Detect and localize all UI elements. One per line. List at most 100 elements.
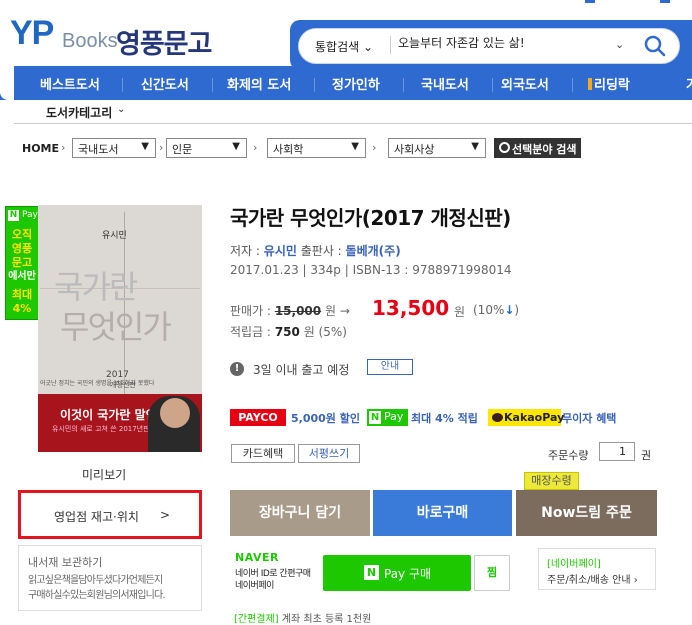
breadcrumb-select-level1[interactable]: 국내도서 ▼ [72,138,156,158]
publisher-link[interactable]: 돌베개(주) [346,244,401,258]
payco-logo: PAYCO [230,409,286,426]
author-link[interactable]: 유시민 [264,244,297,258]
breadcrumb-select-level2[interactable]: 인문 ▼ [166,138,247,158]
nav-item-bestseller[interactable]: 베스트도서 [40,74,100,93]
search-divider [390,36,391,54]
quantity-input[interactable]: 1 [599,442,635,461]
easy-pay-notice: [간편결제] 계좌 최초 등록 1천원 [234,614,372,625]
npay-badge-line: 4% [12,302,32,315]
search-input[interactable]: 오늘부터 자존감 있는 삶! [398,34,525,51]
logo-korean[interactable]: 영풍문고 [116,22,212,61]
author-photo-head [160,398,190,428]
search-icon[interactable] [643,34,667,58]
search-dropdown-chevron-icon[interactable]: ⌄ [615,38,624,51]
npay-wishlist-button[interactable]: 찜 [474,555,510,591]
down-arrow-icon: ↓ [504,303,515,317]
cover-caption: 어긋난 정치는 국민의 생명을 보호하지 못했다 [40,380,155,387]
chevron-down-icon: ▼ [351,141,359,152]
nav-item-price-cut[interactable]: 정가인하 [332,74,380,93]
nav-item-hot[interactable]: 화제의 도서 [227,74,291,93]
my-library-desc: 구매하실수있는회원님의서재입니다. [28,590,166,601]
chevron-right-icon: › [633,575,638,586]
shipping-info: 3일 이내 출고 예정 [253,363,350,377]
quantity-label: 주문수량 [548,449,589,462]
store-stock-label: 영업점 재고·위치 [54,510,139,524]
chevron-right-icon: › [253,141,258,154]
npay-badge-line: 에서만 [8,271,36,282]
nav-item-new[interactable]: 신간도서 [141,74,189,93]
naver-n-icon: N [369,411,381,424]
chevron-down-icon: ▼ [471,141,479,152]
chevron-down-icon: ⌄ [363,40,374,54]
nav-item-domestic[interactable]: 국내도서 [421,74,469,93]
original-price: 15,000 [274,304,322,318]
nav-separator [572,78,573,92]
nav-item-more[interactable]: 가 [686,74,692,93]
search-icon [499,142,510,153]
book-category-menu[interactable]: 도서카테고리 [46,104,112,121]
naver-n-icon: N [8,210,19,221]
logo-books[interactable]: Books [62,30,118,53]
kakao-bubble-icon [492,413,503,422]
breadcrumb-select-level3[interactable]: 사회학 ▼ [267,138,366,158]
sale-price-unit: 원 [454,305,466,319]
shipping-info-button[interactable]: 안내 [367,359,413,375]
product-meta: 2017.01.23 | 334p | ISBN-13 : 9788971998… [230,263,512,277]
preview-link[interactable]: 미리보기 [82,466,126,483]
sale-price: 13,500 [372,296,450,320]
npay-buy-label: Pay 구매 [384,567,432,581]
naver-logo: NAVER [235,551,279,564]
nav-item-foreign[interactable]: 외국도서 [501,74,549,93]
top-bar-accent [585,0,595,3]
product-title: 국가란 무엇인가(2017 개정신판) [230,206,511,230]
quantity-unit: 권 [641,449,652,462]
npay-badge-line: 오직 [11,228,33,241]
nav-item-reading[interactable]: 리딩락 [588,74,630,93]
naver-desc: 네이버페이 [235,581,274,591]
chevron-down-icon: ▼ [141,141,149,152]
npay-benefit[interactable]: 최대 4% 적립 [411,410,478,426]
cover-author: 유시민 [102,231,127,241]
kakaopay-benefit[interactable]: 무이자 혜택 [562,410,616,426]
now-dream-order-button[interactable]: Now드림 주문 [516,490,657,536]
reading-icon [588,78,592,90]
naverpay-info-title: [네이버페이] [547,559,601,570]
nav-left-cap [0,66,14,100]
breadcrumb-select-level4[interactable]: 사회사상 ▼ [388,138,486,158]
cover-title-line2: 무엇인가 [60,308,172,346]
search-category-select[interactable]: 통합검색 ⌄ [315,38,373,55]
breadcrumb-home[interactable]: HOME [22,142,59,155]
nav-separator [212,78,213,92]
buy-now-button[interactable]: 바로구매 [373,490,512,536]
npay-badge-line: 최대 [11,288,33,301]
cover-edition: 개정신판 [110,381,136,389]
chevron-down-icon[interactable]: ⌄ [117,104,125,115]
npay-logo-label: Pay [384,410,404,423]
npay-badge-line: 문고 [11,256,33,269]
card-benefit-button[interactable]: 카드혜택 [231,444,295,463]
points-row: 적립금 : 750 원 (5%) [230,325,347,339]
naver-n-icon: N [364,565,379,580]
naverpay-info-link[interactable]: 주문/취소/배송 안내 › [547,571,638,586]
payco-benefit[interactable]: 5,000원 할인 [291,410,360,426]
add-to-cart-button[interactable]: 장바구니 담기 [230,490,370,536]
chevron-down-icon: ▼ [232,141,240,152]
category-bar [14,100,692,124]
chevron-right-icon: › [61,141,66,154]
npay-badge-line: 영풍 [11,242,33,255]
npay-badge-label: Pay [22,210,38,220]
nav-separator [403,78,404,92]
chevron-right-icon: › [159,141,164,154]
top-bar-accent-2 [660,0,670,3]
store-pickup-tag: 매장수령 [524,472,579,490]
chevron-right-icon: › [372,141,377,154]
nav-separator [122,78,123,92]
product-author-publisher: 저자 : 유시민 출판사 : 돌베개(주) [230,244,401,258]
cover-year: 2017 [106,370,129,380]
points-value: 750 [274,325,300,339]
logo-yp[interactable]: YP [10,14,54,53]
write-review-button[interactable]: 서평쓰기 [298,444,360,463]
nav-separator [314,78,315,92]
nav-separator [492,78,493,92]
my-library-desc: 읽고싶은책을담아두셨다가언제든지 [28,575,163,586]
